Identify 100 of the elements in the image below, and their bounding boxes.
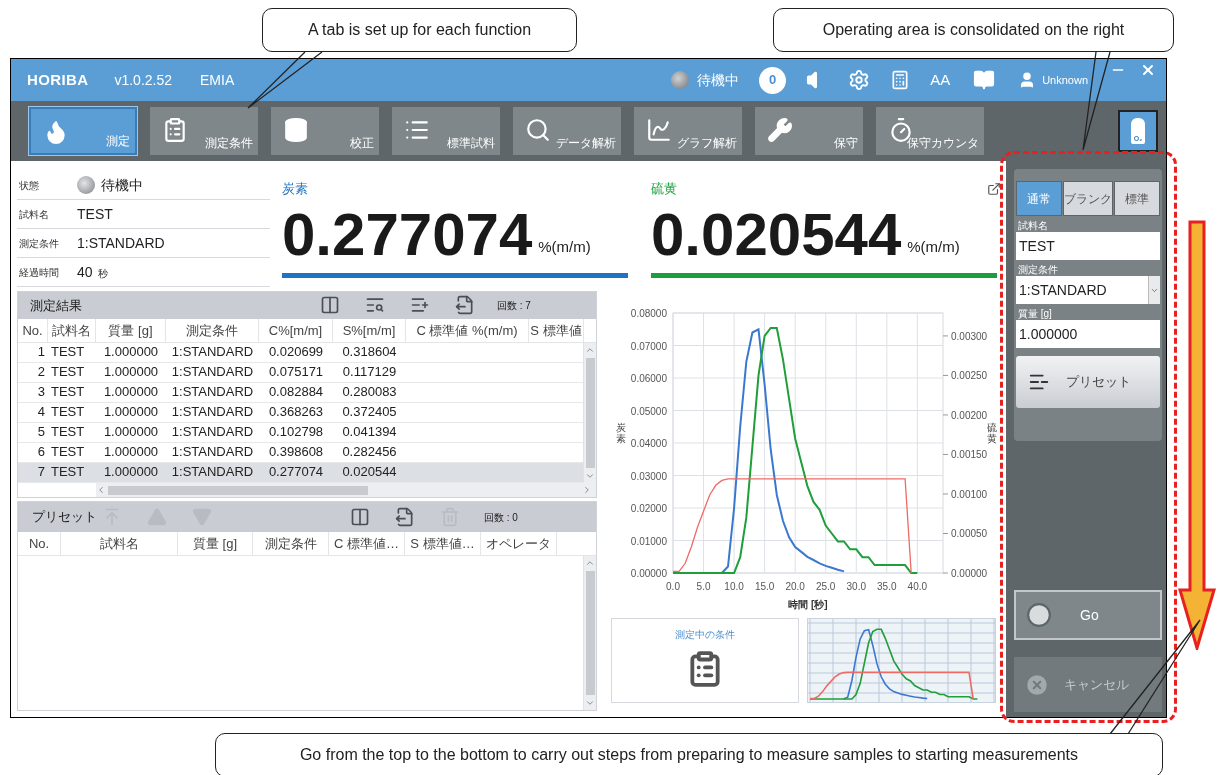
table-cell-text: TEST	[50, 363, 86, 382]
function-tab[interactable]: 校正	[271, 107, 379, 155]
table-cell-text: 0.398608	[267, 443, 325, 462]
info-value: 1:STANDARD	[77, 233, 165, 253]
info-value: TEST	[77, 204, 113, 224]
preset-button[interactable]: プリセット	[1016, 356, 1160, 408]
select-field[interactable]: 1:STANDARD	[1016, 276, 1160, 304]
scroll-down-icon[interactable]	[585, 471, 595, 481]
column-header[interactable]: 質量 [g]	[178, 532, 253, 555]
table-cell-text: 7	[36, 463, 46, 482]
tick-label: 5.0	[696, 581, 711, 592]
scroll-down-icon[interactable]	[585, 698, 595, 708]
info-label: 測定条件	[19, 236, 60, 251]
table-row[interactable]: 5 TEST 1.000000 1:STANDARD 0.102798 0.041394	[18, 422, 583, 443]
tick-label: 0.07000	[630, 340, 667, 352]
column-header[interactable]: 試料名	[48, 318, 96, 342]
table-cell-text: 0.282456	[341, 443, 398, 462]
result-value: 0.020544	[651, 204, 902, 265]
scroll-up-icon[interactable]	[585, 558, 595, 568]
column-header[interactable]: オペレータ	[481, 532, 557, 555]
version-label: v1.0.2.52	[114, 70, 173, 90]
function-tab[interactable]: 測定条件	[150, 107, 258, 155]
tick-label: 20.0	[785, 581, 805, 592]
input-field[interactable]: TEST	[1016, 232, 1160, 260]
tick-label: 0.05000	[630, 405, 667, 417]
table-cell-text: 1.000000	[102, 363, 160, 382]
column-header[interactable]: 試料名	[61, 532, 178, 555]
info-value: 40	[77, 262, 93, 282]
tick-label: 0.03000	[630, 470, 667, 482]
tick-label: 0.00000	[951, 568, 988, 579]
column-header[interactable]: 測定条件	[253, 532, 329, 555]
column-header[interactable]: C 標準値…	[329, 532, 405, 555]
settings-icon[interactable]	[848, 69, 871, 91]
scrollbar[interactable]	[96, 483, 596, 497]
tick-label: 0.04000	[630, 438, 667, 449]
scrollbar[interactable]	[583, 556, 596, 710]
table-row[interactable]: 3 TEST 1.000000 1:STANDARD 0.082884 0.280083	[18, 382, 583, 403]
table-cell-text: 0.082884	[267, 383, 325, 402]
field-label: 試料名	[1017, 220, 1049, 232]
columns-icon[interactable]	[320, 295, 340, 316]
function-tab[interactable]: データ解析	[513, 107, 621, 155]
tick-label: 0.00300	[951, 330, 988, 342]
table-cell-text: 0.020699	[267, 343, 325, 362]
column-header[interactable]: S 標準値…	[405, 532, 481, 555]
close-icon[interactable]	[1140, 62, 1156, 78]
export-icon[interactable]	[455, 295, 475, 316]
go-button[interactable]: Go	[1014, 590, 1162, 640]
calculator-icon[interactable]	[890, 70, 911, 90]
panel-title: 測定中の条件	[675, 628, 735, 642]
tick-label: 35.0	[877, 581, 897, 592]
condition-panel[interactable]: 測定中の条件	[611, 618, 799, 703]
panel-title: 測定結果	[30, 296, 83, 315]
column-header[interactable]: C%[m/m]	[259, 318, 333, 342]
notification-badge[interactable]: 0	[759, 66, 787, 94]
column-header[interactable]: C 標準値 %(m/m)	[406, 318, 529, 342]
result-value: 0.277074	[282, 204, 533, 265]
table-row[interactable]: 4 TEST 1.000000 1:STANDARD 0.368263 0.372405	[18, 402, 583, 423]
scroll-left-icon[interactable]	[96, 485, 106, 495]
scrollbar[interactable]	[583, 342, 596, 483]
table-cell-text: 1.000000	[102, 343, 160, 362]
element-label: 硫黄	[651, 180, 677, 198]
table-cell-text: TEST	[50, 423, 86, 442]
mode-tab[interactable]: ブランク	[1063, 181, 1113, 216]
info-value: 待機中	[101, 175, 143, 195]
input-field[interactable]: 1.000000	[1016, 320, 1160, 348]
column-header[interactable]: 質量 [g]	[96, 318, 166, 342]
table-cell-text: 3	[36, 383, 46, 402]
table-cell-text: 1:STANDARD	[170, 383, 255, 402]
export-icon[interactable]	[395, 507, 415, 527]
info-label: 経過時間	[19, 265, 60, 280]
function-tab[interactable]: 標準試料	[392, 107, 500, 155]
table-row[interactable]: 7 TEST 1.000000 1:STANDARD 0.277074 0.020544	[18, 462, 583, 483]
function-tab[interactable]: グラフ解析	[634, 107, 742, 155]
column-header[interactable]: S%[m/m]	[333, 318, 406, 342]
column-header[interactable]: 測定条件	[166, 318, 259, 342]
table-cell-text: 1:STANDARD	[170, 403, 255, 422]
table-row[interactable]: 2 TEST 1.000000 1:STANDARD 0.075171 0.117129	[18, 362, 583, 383]
column-header[interactable]: S 標準値	[529, 318, 584, 342]
scroll-right-icon[interactable]	[582, 485, 592, 495]
mode-tab[interactable]: 標準	[1114, 181, 1160, 216]
table-row[interactable]: 6 TEST 1.000000 1:STANDARD 0.398608 0.282456	[18, 442, 583, 463]
table-cell-text: 2	[36, 363, 46, 382]
table-cell-text: 1.000000	[102, 463, 160, 482]
external-link-icon[interactable]	[987, 181, 1001, 196]
help-icon[interactable]	[972, 69, 997, 91]
function-tab[interactable]: 保守カウンタ	[876, 107, 984, 155]
tick-label: 30.0	[846, 581, 866, 592]
tick-label: 0.00050	[951, 528, 988, 540]
table-cell-text: 5	[36, 423, 46, 442]
column-header[interactable]: No.	[18, 318, 48, 342]
unit-label: %(m/m)	[538, 237, 591, 257]
table-cell-text: 1:STANDARD	[170, 443, 255, 462]
function-tab[interactable]: 保守	[755, 107, 863, 155]
table-cell-text: 0.277074	[267, 463, 325, 482]
table-cell-text: 0.020544	[341, 463, 398, 482]
tick-label: 0.00000	[630, 568, 667, 579]
table-cell-text: 6	[36, 443, 46, 462]
columns-icon[interactable]	[350, 507, 370, 527]
table-row[interactable]: 1 TEST 1.000000 1:STANDARD 0.020699 0.318604	[18, 342, 583, 363]
column-header[interactable]: No.	[18, 532, 61, 555]
